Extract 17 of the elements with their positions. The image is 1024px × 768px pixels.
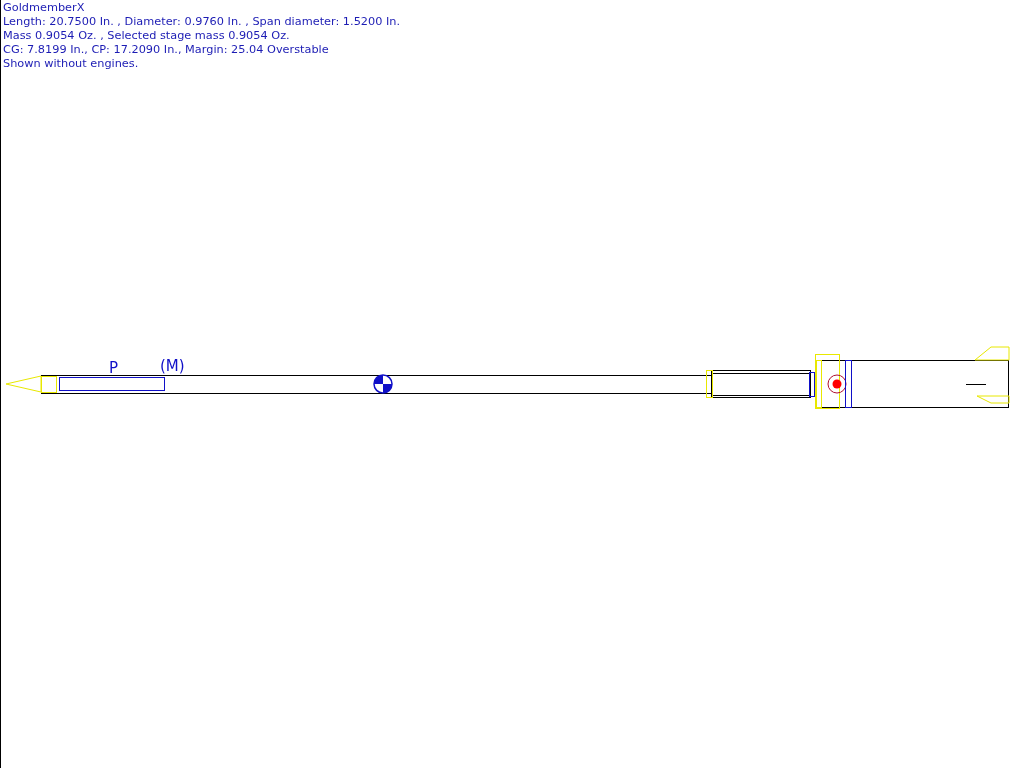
- info-line: Shown without engines.: [3, 57, 140, 71]
- nose-cone: [5, 375, 42, 393]
- fin: [974, 346, 1010, 361]
- cp-marker-icon: [827, 374, 847, 394]
- centering-ring: [809, 372, 815, 397]
- nose-shoulder: [41, 376, 57, 393]
- launch-lug: [706, 370, 713, 398]
- parachute-label: P: [109, 359, 119, 377]
- rocket-name: GoldmemberX: [3, 1, 86, 15]
- mass-label: (M): [160, 357, 185, 375]
- cg-marker-icon: [373, 374, 393, 394]
- coupler: [815, 354, 840, 409]
- info-line: CG: 7.8199 In., CP: 17.2090 In., Margin: 25.04 Overstable: [3, 43, 330, 57]
- info-line: Length: 20.7500 In. , Diameter: 0.9760 In. , Span diameter: 1.5200 In.: [3, 15, 402, 29]
- info-line: Mass 0.9054 Oz. , Selected stage mass 0.9054 Oz.: [3, 29, 291, 43]
- bulkhead: [845, 360, 852, 408]
- fin: [976, 395, 1010, 404]
